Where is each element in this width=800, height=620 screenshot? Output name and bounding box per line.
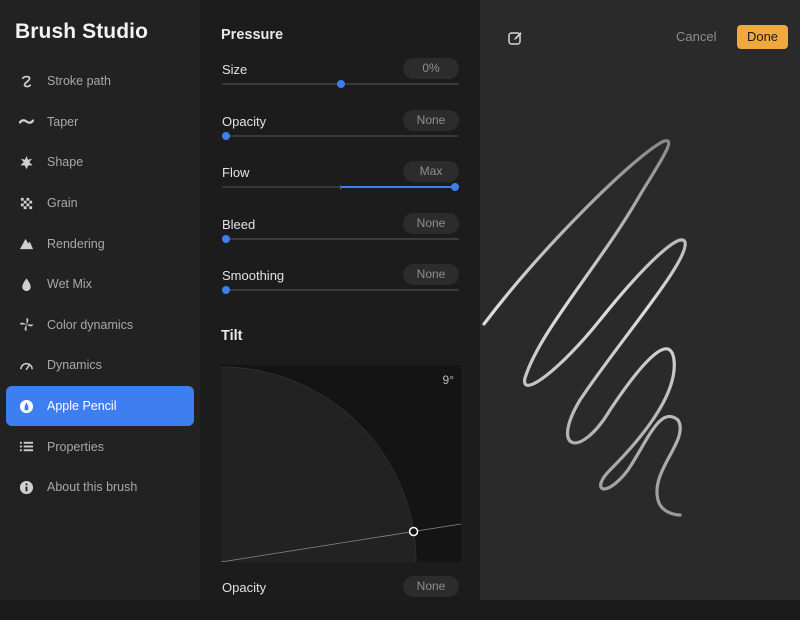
pressure-size-slider[interactable] bbox=[222, 79, 459, 89]
sidebar-item-color-dynamics[interactable]: Color dynamics bbox=[6, 305, 194, 346]
setting-value[interactable]: Max bbox=[403, 161, 459, 182]
sidebar-item-shape[interactable]: Shape bbox=[6, 142, 194, 183]
pressure-size-setting: Size 0% bbox=[222, 58, 459, 102]
setting-label: Bleed bbox=[222, 217, 256, 232]
grain-icon bbox=[18, 195, 34, 211]
sidebar-item-wet-mix[interactable]: Wet Mix bbox=[6, 264, 194, 305]
pressure-opacity-slider[interactable] bbox=[222, 131, 459, 141]
tilt-knob[interactable] bbox=[408, 526, 419, 537]
cancel-button[interactable]: Cancel bbox=[676, 29, 716, 44]
setting-value[interactable]: None bbox=[403, 576, 459, 597]
pressure-bleed-setting: Bleed None bbox=[222, 213, 459, 257]
sidebar-item-apple-pencil[interactable]: Apple Pencil bbox=[6, 385, 194, 427]
setting-label: Smoothing bbox=[222, 268, 285, 283]
tilt-opacity-setting: Opacity None bbox=[222, 576, 459, 620]
stroke-path-icon bbox=[18, 73, 34, 89]
sidebar-item-label: Grain bbox=[47, 196, 78, 211]
pressure-opacity-setting: Opacity None bbox=[222, 110, 459, 154]
tilt-graph-canvas bbox=[221, 366, 461, 562]
rendering-icon bbox=[18, 236, 34, 252]
brush-stroke-path bbox=[482, 139, 687, 517]
setting-label: Opacity bbox=[222, 114, 267, 129]
pressure-bleed-slider[interactable] bbox=[222, 234, 459, 244]
pressure-smoothing-setting: Smoothing None bbox=[222, 264, 459, 308]
tilt-section-title: Tilt bbox=[221, 328, 243, 344]
sidebar-item-properties[interactable]: Properties bbox=[6, 426, 194, 467]
pressure-flow-slider[interactable] bbox=[222, 182, 459, 192]
pressure-flow-setting: Flow Max bbox=[222, 161, 459, 205]
sidebar-item-label: Shape bbox=[47, 155, 84, 170]
setting-value[interactable]: None bbox=[403, 213, 459, 234]
slider-fill bbox=[340, 186, 455, 188]
sidebar-item-label: About this brush bbox=[47, 480, 138, 495]
sidebar-item-grain[interactable]: Grain bbox=[6, 183, 194, 224]
dynamics-icon bbox=[18, 357, 34, 373]
tilt-angle-value: 9° bbox=[442, 373, 454, 387]
wet-mix-icon bbox=[18, 276, 34, 292]
settings-panel: Pressure Size 0% Opacity None Flow Max B… bbox=[200, 0, 480, 600]
setting-value[interactable]: 0% bbox=[403, 58, 459, 79]
sidebar-item-label: Rendering bbox=[47, 236, 105, 251]
shape-icon bbox=[18, 154, 34, 170]
info-icon bbox=[18, 479, 34, 495]
pressure-section-title: Pressure bbox=[221, 27, 284, 43]
slider-knob[interactable] bbox=[451, 183, 459, 191]
sidebar-item-about-this-brush[interactable]: About this brush bbox=[6, 467, 194, 508]
setting-value[interactable]: None bbox=[403, 110, 459, 131]
slider-knob[interactable] bbox=[336, 80, 345, 88]
sidebar-item-rendering[interactable]: Rendering bbox=[6, 223, 194, 264]
sidebar-item-label: Taper bbox=[47, 114, 79, 129]
sidebar-item-stroke-path[interactable]: Stroke path bbox=[6, 61, 194, 102]
color-dynamics-icon bbox=[18, 317, 34, 333]
tilt-graph[interactable]: 9° bbox=[221, 365, 461, 562]
sidebar: Brush Studio Stroke path Taper Shape Gra… bbox=[0, 0, 200, 600]
tilt-quarter-circle bbox=[221, 367, 416, 562]
setting-label: Flow bbox=[222, 165, 250, 180]
properties-icon bbox=[18, 439, 34, 455]
slider-knob[interactable] bbox=[222, 132, 230, 140]
edit-icon bbox=[508, 32, 522, 45]
sidebar-item-dynamics[interactable]: Dynamics bbox=[6, 345, 194, 386]
app-title: Brush Studio bbox=[15, 20, 149, 43]
sidebar-item-label: Properties bbox=[47, 439, 104, 454]
slider-center-tick bbox=[340, 185, 341, 190]
sidebar-item-taper[interactable]: Taper bbox=[6, 102, 194, 143]
sidebar-item-label: Apple Pencil bbox=[47, 399, 117, 414]
slider-knob[interactable] bbox=[222, 235, 230, 243]
sidebar-item-label: Dynamics bbox=[47, 358, 102, 373]
slider-track bbox=[222, 238, 459, 240]
slider-knob[interactable] bbox=[222, 286, 230, 294]
pressure-smoothing-slider[interactable] bbox=[222, 285, 459, 295]
setting-label: Opacity bbox=[222, 580, 267, 595]
sidebar-item-label: Stroke path bbox=[47, 74, 111, 89]
brush-stroke-preview bbox=[482, 139, 687, 517]
apple-pencil-icon bbox=[18, 398, 34, 414]
slider-track bbox=[222, 135, 459, 137]
sidebar-nav: Stroke path Taper Shape Grain Rendering … bbox=[6, 61, 194, 508]
done-button[interactable]: Done bbox=[737, 25, 788, 49]
sidebar-item-label: Wet Mix bbox=[47, 277, 92, 292]
setting-value[interactable]: None bbox=[403, 264, 459, 285]
taper-icon bbox=[18, 114, 34, 130]
edit-button[interactable] bbox=[507, 30, 523, 46]
slider-track bbox=[222, 289, 459, 291]
setting-label: Size bbox=[222, 62, 248, 77]
sidebar-item-label: Color dynamics bbox=[47, 317, 134, 332]
drawing-pad[interactable]: Cancel Done bbox=[480, 0, 800, 600]
